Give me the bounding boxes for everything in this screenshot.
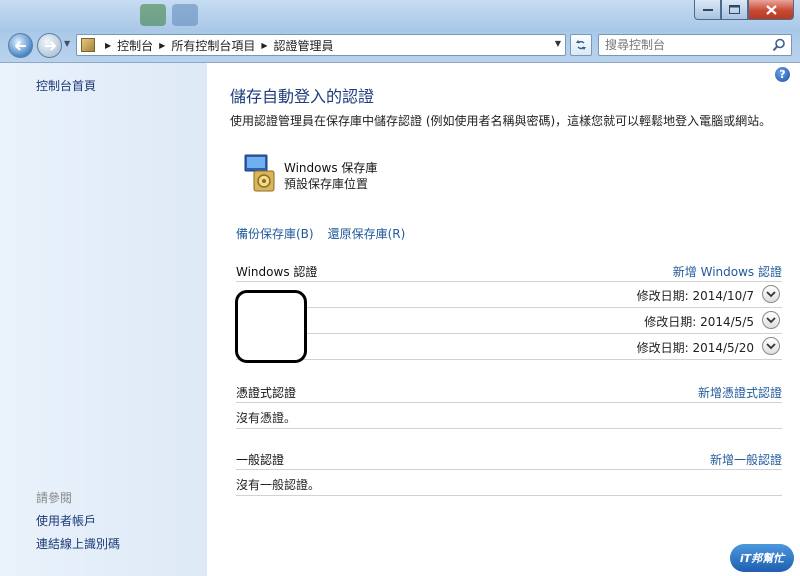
breadcrumb-control-panel[interactable]: 控制台	[117, 37, 153, 54]
credential-row[interactable]: 修改日期: 2014/10/7	[236, 282, 782, 308]
recent-pages-dropdown[interactable]: ▼	[64, 39, 70, 48]
generic-empty-message: 沒有一般認證。	[236, 470, 782, 496]
chevron-down-icon	[766, 290, 776, 297]
certificate-empty-message: 沒有憑證。	[236, 403, 782, 429]
control-panel-icon	[81, 38, 95, 52]
credential-row[interactable]: 修改日期: 2014/5/5	[236, 308, 782, 334]
credential-modified-date: 修改日期: 2014/5/20	[636, 341, 754, 355]
expand-credential-button[interactable]	[762, 285, 780, 303]
back-arrow-icon	[14, 40, 26, 51]
add-generic-credential-link[interactable]: 新增一般認證	[710, 451, 782, 468]
search-input[interactable]	[605, 38, 769, 52]
expand-credential-button[interactable]	[762, 337, 780, 355]
desktop-icon	[172, 4, 198, 26]
close-button[interactable]	[748, 0, 794, 20]
chevron-down-icon	[766, 342, 776, 349]
window: ▼ ▶ 控制台 ▶ 所有控制台項目 ▶ 認證管理員 ▼ 控制台首頁 請參閱 使用…	[0, 0, 800, 576]
credential-row[interactable]: 修改日期: 2014/5/20	[236, 334, 782, 360]
watermark-logo: iT邦幫忙	[730, 544, 794, 572]
caption-buttons	[694, 0, 794, 20]
certificate-credentials-title: 憑證式認證	[236, 386, 297, 400]
expand-credential-button[interactable]	[762, 311, 780, 329]
windows-credentials-title: Windows 認證	[236, 265, 318, 279]
windows-credentials-header: Windows 認證 新增 Windows 認證	[236, 263, 782, 281]
vault-name[interactable]: Windows 保存庫	[284, 159, 377, 176]
main-pane: 儲存自動登入的認證 使用認證管理員在保存庫中儲存認證 (例如使用者名稱與密碼)，…	[207, 63, 800, 576]
address-bar[interactable]: ▶ 控制台 ▶ 所有控制台項目 ▶ 認證管理員 ▼	[76, 34, 566, 56]
redaction-box	[235, 290, 307, 363]
user-accounts-link[interactable]: 使用者帳戶	[36, 512, 96, 529]
credential-modified-date: 修改日期: 2014/5/5	[644, 315, 754, 329]
forward-button[interactable]	[37, 33, 62, 58]
breadcrumb-all-items[interactable]: 所有控制台項目	[171, 37, 255, 54]
see-also-heading: 請參閱	[36, 491, 73, 505]
left-pane: 控制台首頁 請參閱 使用者帳戶 連結線上識別碼	[0, 63, 207, 576]
vault-actions: 備份保存庫(B) 還原保存庫(R)	[236, 225, 405, 242]
minimize-icon	[702, 8, 713, 11]
refresh-icon	[576, 40, 586, 50]
maximize-icon	[729, 5, 740, 14]
close-icon	[765, 4, 777, 15]
breadcrumb-separator[interactable]: ▶	[261, 41, 267, 50]
restore-vault-link[interactable]: 還原保存庫(R)	[328, 225, 406, 242]
back-button[interactable]	[8, 33, 33, 58]
control-panel-home-link[interactable]: 控制台首頁	[36, 77, 96, 94]
certificate-credentials-header: 憑證式認證 新增憑證式認證	[236, 384, 782, 402]
generic-credentials-section: 一般認證 新增一般認證 沒有一般認證。	[236, 451, 782, 496]
add-certificate-credential-link[interactable]: 新增憑證式認證	[698, 384, 782, 401]
breadcrumb-separator[interactable]: ▶	[159, 41, 165, 50]
breadcrumb-credential-manager[interactable]: 認證管理員	[274, 37, 334, 54]
certificate-credentials-section: 憑證式認證 新增憑證式認證 沒有憑證。	[236, 384, 782, 429]
chevron-down-icon	[766, 316, 776, 323]
minimize-button[interactable]	[694, 0, 721, 20]
page-title: 儲存自動登入的認證	[230, 87, 375, 106]
desktop-icon	[140, 4, 166, 26]
generic-credentials-title: 一般認證	[236, 453, 285, 467]
link-online-ids-link[interactable]: 連結線上識別碼	[36, 535, 120, 552]
title-bar	[0, 0, 800, 30]
windows-credentials-section: Windows 認證 新增 Windows 認證 修改日期: 2014/10/7…	[236, 263, 782, 360]
address-dropdown-icon[interactable]: ▼	[555, 39, 561, 48]
maximize-button[interactable]	[721, 0, 748, 20]
breadcrumb-separator[interactable]: ▶	[105, 41, 111, 50]
search-icon[interactable]	[772, 38, 786, 52]
add-windows-credential-link[interactable]: 新增 Windows 認證	[673, 263, 782, 280]
content-area: 控制台首頁 請參閱 使用者帳戶 連結線上識別碼 ? 儲存自動登入的認證 使用認證…	[0, 62, 800, 576]
generic-credentials-header: 一般認證 新增一般認證	[236, 451, 782, 469]
search-box[interactable]	[598, 34, 792, 56]
page-description: 使用認證管理員在保存庫中儲存認證 (例如使用者名稱與密碼)，這樣您就可以輕鬆地登…	[230, 114, 772, 128]
refresh-button[interactable]	[570, 34, 592, 56]
backup-vault-link[interactable]: 備份保存庫(B)	[236, 225, 314, 242]
navigation-bar: ▼ ▶ 控制台 ▶ 所有控制台項目 ▶ 認證管理員 ▼	[0, 30, 800, 62]
credential-modified-date: 修改日期: 2014/10/7	[636, 289, 754, 303]
vault-subtitle: 預設保存庫位置	[284, 177, 369, 191]
forward-arrow-icon	[44, 40, 56, 51]
vault-icon[interactable]	[242, 153, 282, 193]
